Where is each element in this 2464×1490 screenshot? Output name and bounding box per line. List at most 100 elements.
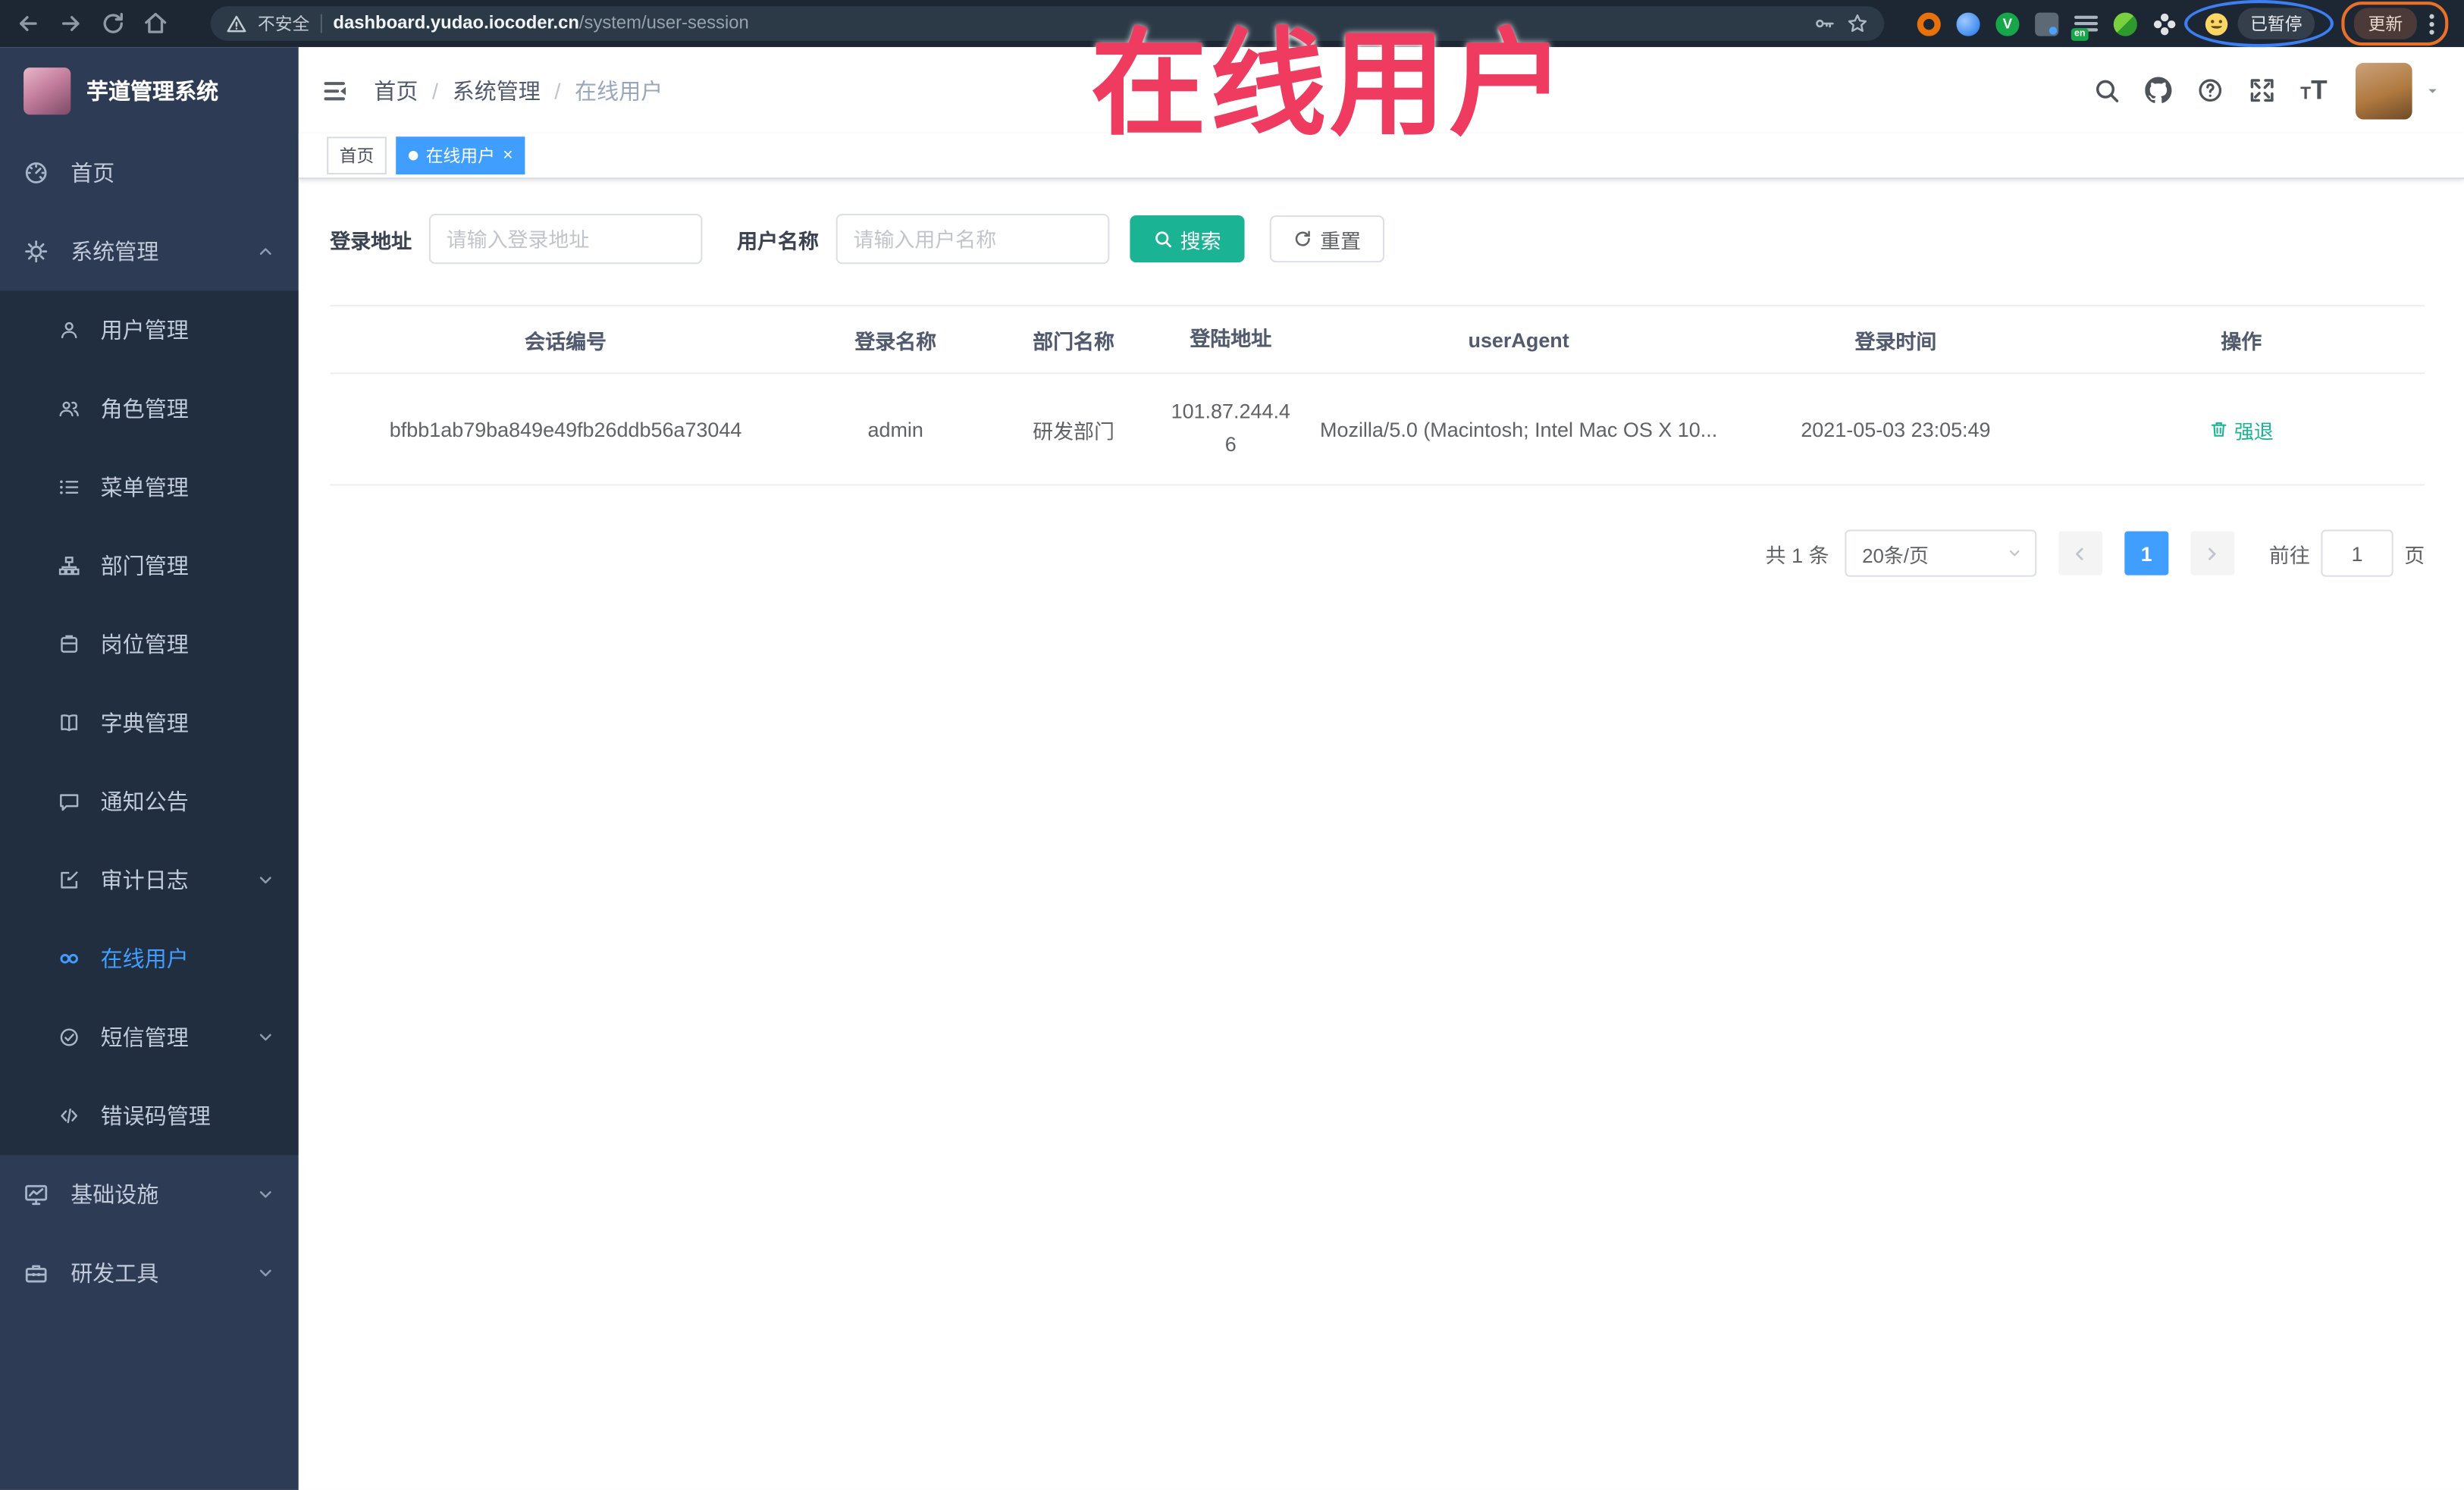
code-icon xyxy=(61,1108,78,1124)
caret-down-icon xyxy=(2009,550,2020,557)
sidebar-item-menu-mgmt[interactable]: 菜单管理 xyxy=(0,448,299,527)
profile-chip[interactable]: 已暂停 xyxy=(2184,0,2334,48)
table-row: bfbb1ab79ba849e49fb26ddb56a73044 admin 研… xyxy=(330,374,2425,486)
font-size-icon[interactable]: TT xyxy=(2300,77,2327,104)
sidebar-item-label: 岗位管理 xyxy=(100,632,189,657)
reload-icon[interactable] xyxy=(101,11,126,36)
gear-icon xyxy=(25,240,48,263)
close-icon[interactable]: × xyxy=(503,146,513,165)
sidebar-item-notice[interactable]: 通知公告 xyxy=(0,762,299,841)
badge-icon xyxy=(61,635,78,653)
chevron-down-icon xyxy=(259,1190,271,1198)
address-bar[interactable]: 不安全 dashboard.yudao.iocoder.cn/system/us… xyxy=(210,6,1885,41)
url-host: dashboard.yudao.iocoder.cn xyxy=(333,14,579,33)
extension-drop-icon[interactable] xyxy=(1956,11,1980,36)
col-login-time: 登录时间 xyxy=(1854,329,1937,353)
chevron-down-icon xyxy=(259,1034,271,1041)
sessions-table: 会话编号 登录名称 部门名称 登陆地址 userAgent 登录时间 操作 bf… xyxy=(330,305,2425,486)
sidebar-item-user-mgmt[interactable]: 用户管理 xyxy=(0,290,299,369)
tag-home[interactable]: 首页 xyxy=(327,136,387,175)
password-key-icon[interactable] xyxy=(1814,13,1835,35)
hamburger-icon[interactable] xyxy=(322,77,350,105)
sidebar-item-label: 用户管理 xyxy=(100,317,189,343)
sidebar-item-infra[interactable]: 基础设施 xyxy=(0,1155,299,1234)
bookmark-star-icon[interactable] xyxy=(1846,13,1868,35)
sidebar-item-label: 角色管理 xyxy=(100,396,189,422)
goto-page-input[interactable] xyxy=(2321,529,2393,577)
extension-translate-icon[interactable]: en xyxy=(2071,12,2099,40)
tag-online-users[interactable]: 在线用户 × xyxy=(396,136,526,175)
sidebar-item-home[interactable]: 首页 xyxy=(0,133,299,212)
extension-leaf-icon[interactable] xyxy=(2113,11,2137,36)
user-name-input[interactable] xyxy=(835,213,1110,265)
login-addr-label: 登录地址 xyxy=(330,228,412,253)
users-icon xyxy=(59,401,79,417)
prev-page-button[interactable] xyxy=(2058,531,2103,576)
extension-gray-icon[interactable] xyxy=(2035,11,2059,36)
col-login-name: 登录名称 xyxy=(854,329,937,353)
sidebar-item-label: 系统管理 xyxy=(71,239,159,265)
page-size-select[interactable]: 20条/页 xyxy=(1845,529,2037,577)
breadcrumb-system[interactable]: 系统管理 xyxy=(453,74,541,105)
login-addr-input[interactable] xyxy=(428,213,703,265)
sidebar-item-devtools[interactable]: 研发工具 xyxy=(0,1234,299,1313)
fullscreen-icon[interactable] xyxy=(2249,77,2275,104)
url-text: dashboard.yudao.iocoder.cn/system/user-s… xyxy=(333,14,748,33)
sidebar-item-label: 通知公告 xyxy=(100,789,189,814)
chevron-up-icon xyxy=(259,248,271,255)
sidebar-item-audit-log[interactable]: 审计日志 xyxy=(0,841,299,920)
breadcrumb-home[interactable]: 首页 xyxy=(374,74,418,105)
col-dept-name: 部门名称 xyxy=(1033,329,1114,353)
url-path: /system/user-session xyxy=(578,14,749,33)
force-logout-button[interactable]: 强退 xyxy=(2209,414,2274,444)
sidebar-item-system[interactable]: 系统管理 xyxy=(0,212,299,291)
sidebar-item-label: 基础设施 xyxy=(71,1181,159,1207)
search-icon[interactable] xyxy=(2093,77,2120,104)
sidebar-item-dict-mgmt[interactable]: 字典管理 xyxy=(0,684,299,763)
back-icon[interactable] xyxy=(16,11,41,36)
col-session-id: 会话编号 xyxy=(525,329,607,353)
page-number-1[interactable]: 1 xyxy=(2124,531,2169,576)
cell-session-id: bfbb1ab79ba849e49fb26ddb56a73044 xyxy=(389,417,742,441)
sidebar-item-label: 部门管理 xyxy=(100,553,189,579)
sidebar-item-role-mgmt[interactable]: 角色管理 xyxy=(0,369,299,448)
app-logo[interactable]: 芋道管理系统 xyxy=(0,47,299,133)
chevron-right-icon xyxy=(2209,547,2217,560)
update-button[interactable]: 更新 xyxy=(2353,8,2417,39)
extensions-area: V en xyxy=(1917,11,2177,40)
sidebar-item-dept-mgmt[interactable]: 部门管理 xyxy=(0,526,299,605)
search-button[interactable]: 搜索 xyxy=(1130,215,1245,263)
list-icon xyxy=(60,480,79,494)
profile-smiley-icon xyxy=(2205,12,2228,35)
home-icon[interactable] xyxy=(143,11,168,36)
extension-v-icon[interactable]: V xyxy=(1995,11,2020,36)
sidebar-item-errcode-mgmt[interactable]: 错误码管理 xyxy=(0,1077,299,1156)
extension-donut-icon[interactable] xyxy=(1917,11,1941,36)
help-icon[interactable] xyxy=(2196,77,2223,104)
sidebar-item-label: 错误码管理 xyxy=(100,1103,211,1129)
caret-down-icon[interactable] xyxy=(2425,83,2440,99)
next-page-button[interactable] xyxy=(2190,531,2235,576)
search-icon xyxy=(1155,231,1172,248)
cell-user-agent: Mozilla/5.0 (Macintosh; Intel Mac OS X 1… xyxy=(1320,417,1718,441)
sidebar-item-online-users[interactable]: 在线用户 xyxy=(0,920,299,999)
sidebar-item-label: 审计日志 xyxy=(100,867,189,893)
active-tag-dot xyxy=(408,150,419,161)
chrome-menu-icon[interactable] xyxy=(2429,10,2435,36)
avatar[interactable] xyxy=(2355,61,2412,119)
refresh-icon xyxy=(1295,231,1310,246)
monitor-chart-icon xyxy=(25,1184,48,1206)
chevron-left-icon xyxy=(2076,547,2084,560)
reset-button[interactable]: 重置 xyxy=(1269,215,1385,263)
address-divider xyxy=(320,14,322,33)
github-icon[interactable] xyxy=(2144,77,2172,104)
extension-flower-icon[interactable] xyxy=(2153,12,2177,36)
app: 芋道管理系统 首页 系统管理 用户管理 角色管理 菜单管理 部门管理 岗位管理 … xyxy=(0,47,2464,1490)
sidebar-item-sms-mgmt[interactable]: 短信管理 xyxy=(0,998,299,1077)
pagination: 共 1 条 20条/页 1 前往 页 xyxy=(330,529,2425,577)
sidebar-item-post-mgmt[interactable]: 岗位管理 xyxy=(0,605,299,684)
tags-bar: 首页 在线用户 × xyxy=(298,133,2464,180)
trash-icon xyxy=(2211,422,2227,437)
sidebar-item-label: 短信管理 xyxy=(100,1024,189,1050)
forward-icon[interactable] xyxy=(58,11,83,36)
